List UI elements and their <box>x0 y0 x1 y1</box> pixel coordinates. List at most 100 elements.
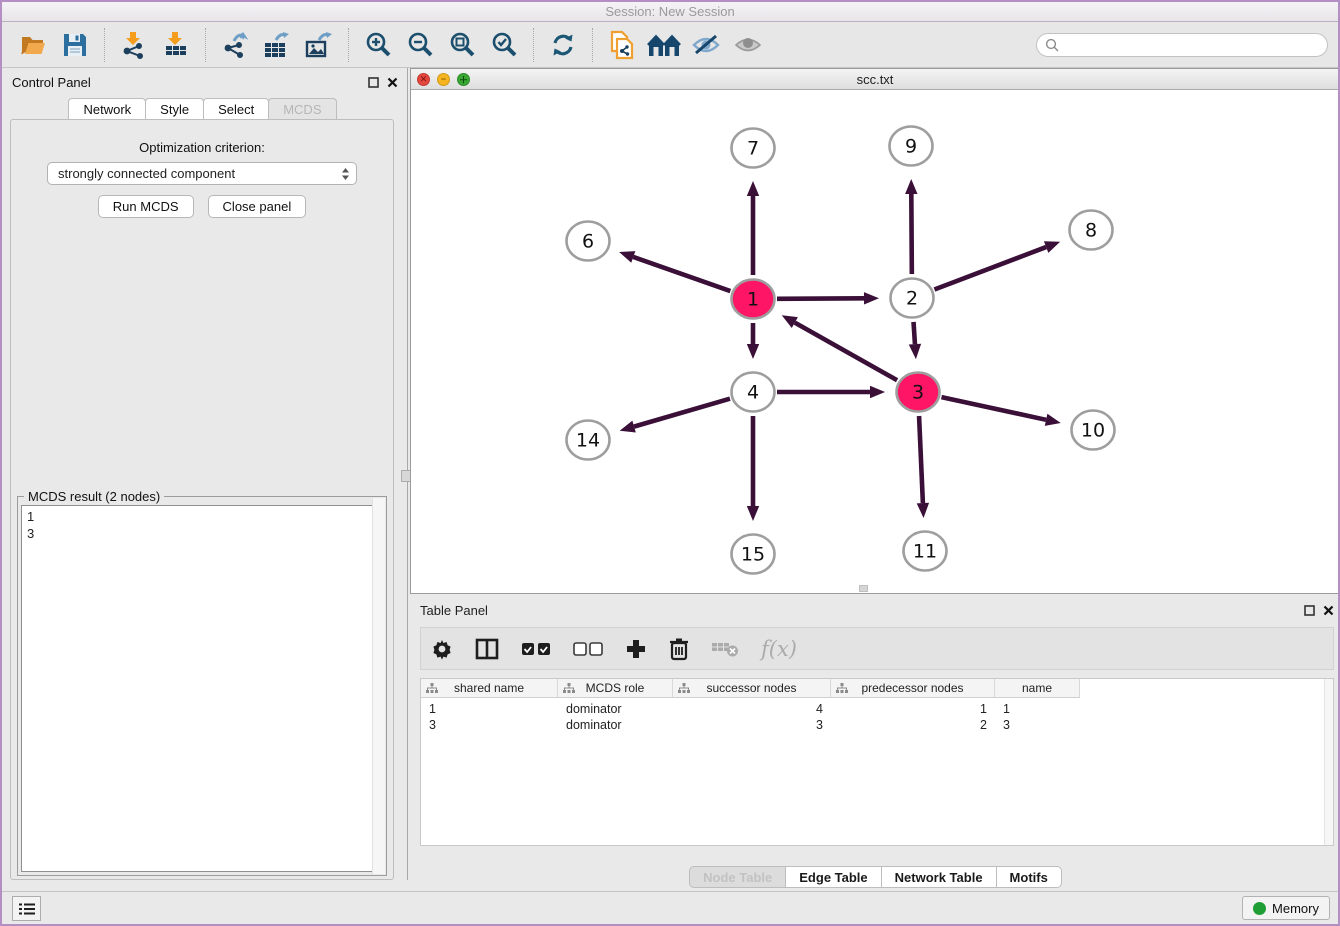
column-header-shared-name[interactable]: shared name <box>421 679 558 697</box>
import-table-icon[interactable] <box>159 28 193 62</box>
delete-table-icon[interactable] <box>711 634 739 664</box>
graph-edge-2-8[interactable] <box>934 247 1046 289</box>
table-row[interactable]: 3 dominator 3 2 3 <box>421 717 1080 733</box>
zoom-selected-icon[interactable] <box>487 28 521 62</box>
close-panel-button[interactable]: Close panel <box>208 195 307 218</box>
tab-mcds[interactable]: MCDS <box>268 98 336 120</box>
column-header-name[interactable]: name <box>995 679 1080 697</box>
control-panel-tabs: Network Style Select MCDS <box>10 98 394 120</box>
column-header-successor-nodes[interactable]: successor nodes <box>673 679 831 697</box>
graph-edge-arrow <box>909 344 921 359</box>
cell-name[interactable]: 3 <box>995 717 1080 733</box>
graph-edge-2-9[interactable] <box>911 194 912 274</box>
graph-edge-arrow <box>620 421 636 433</box>
refresh-icon[interactable] <box>546 28 580 62</box>
cell-shared-name[interactable]: 1 <box>421 701 558 717</box>
graph-node-label: 14 <box>576 430 600 452</box>
graph-edge-4-14[interactable] <box>634 399 730 427</box>
cell-mcds-role[interactable]: dominator <box>558 701 673 717</box>
save-session-icon[interactable] <box>58 28 92 62</box>
tab-edge-table[interactable]: Edge Table <box>785 866 881 888</box>
graph-edge-1-6[interactable] <box>633 257 730 291</box>
table-panel-tabs: Node Table Edge Table Network Table Moti… <box>410 866 1340 888</box>
tab-style[interactable]: Style <box>145 98 204 120</box>
table-options-icon[interactable] <box>431 634 453 664</box>
graph-edge-arrow <box>870 386 885 398</box>
search-input[interactable] <box>1059 37 1319 52</box>
select-all-icon[interactable] <box>521 634 551 664</box>
tab-network[interactable]: Network <box>68 98 146 120</box>
duplicate-network-icon[interactable] <box>605 28 639 62</box>
task-history-button[interactable] <box>12 896 41 921</box>
tab-motifs[interactable]: Motifs <box>996 866 1062 888</box>
tab-network-table[interactable]: Network Table <box>881 866 997 888</box>
hide-selected-icon[interactable] <box>689 28 723 62</box>
table-row[interactable]: 1 dominator 4 1 1 <box>421 701 1080 717</box>
export-image-icon[interactable] <box>302 28 336 62</box>
zoom-out-icon[interactable] <box>403 28 437 62</box>
main-toolbar <box>2 22 1338 68</box>
cell-name[interactable]: 1 <box>995 701 1080 717</box>
graph-node-label: 8 <box>1085 220 1097 242</box>
graph-edge-3-11[interactable] <box>919 416 923 503</box>
graph-edge-arrow <box>619 251 635 263</box>
tab-select[interactable]: Select <box>203 98 269 120</box>
tab-node-table[interactable]: Node Table <box>689 866 786 888</box>
network-canvas[interactable]: 7968124314101511 <box>411 90 1339 593</box>
cell-predecessor-nodes[interactable]: 1 <box>831 701 995 717</box>
result-scrollbar[interactable] <box>372 498 385 874</box>
graph-edge-arrow <box>747 181 759 196</box>
graph-edge-arrow <box>864 292 879 304</box>
column-header-mcds-role[interactable]: MCDS role <box>558 679 673 697</box>
close-table-panel-icon[interactable] <box>1323 605 1334 616</box>
float-panel-icon[interactable] <box>368 77 379 88</box>
graph-edge-1-2[interactable] <box>777 298 864 299</box>
minimize-window-icon[interactable]: − <box>437 73 450 86</box>
mcds-result-title: MCDS result (2 nodes) <box>24 489 164 504</box>
float-table-panel-icon[interactable] <box>1304 605 1315 616</box>
maximize-window-icon[interactable]: ＋ <box>457 73 470 86</box>
column-header-predecessor-nodes[interactable]: predecessor nodes <box>831 679 995 697</box>
toolbar-separator <box>533 28 534 62</box>
table-panel-title: Table Panel <box>420 603 488 618</box>
optimization-select[interactable]: strongly connected component <box>47 162 357 185</box>
cell-mcds-role[interactable]: dominator <box>558 717 673 733</box>
table-scrollbar[interactable] <box>1324 679 1333 845</box>
memory-status-icon <box>1253 902 1266 915</box>
canvas-scroll-thumb[interactable] <box>859 585 868 592</box>
first-neighbors-icon[interactable] <box>647 28 681 62</box>
mcds-result-text[interactable]: 1 3 <box>21 505 383 872</box>
graph-edge-2-3[interactable] <box>914 322 915 344</box>
graph-node-label: 11 <box>913 541 937 563</box>
run-mcds-button[interactable]: Run MCDS <box>98 195 194 218</box>
close-window-icon[interactable]: ✕ <box>417 73 430 86</box>
function-builder-icon[interactable]: f(x) <box>761 634 797 664</box>
import-network-icon[interactable] <box>117 28 151 62</box>
cell-successor-nodes[interactable]: 3 <box>673 717 831 733</box>
toolbar-separator <box>205 28 206 62</box>
open-file-icon[interactable] <box>16 28 50 62</box>
zoom-fit-icon[interactable] <box>445 28 479 62</box>
toolbar-separator <box>592 28 593 62</box>
graph-edge-3-10[interactable] <box>941 397 1046 420</box>
graph-edge-3-1[interactable] <box>795 323 897 381</box>
optimization-select-value: strongly connected component <box>58 166 235 181</box>
export-table-icon[interactable] <box>260 28 294 62</box>
graph-node-label: 4 <box>747 382 759 404</box>
cell-predecessor-nodes[interactable]: 2 <box>831 717 995 733</box>
zoom-in-icon[interactable] <box>361 28 395 62</box>
network-graph[interactable]: 7968124314101511 <box>411 90 1339 593</box>
show-all-icon[interactable] <box>731 28 765 62</box>
table-header-row: shared name MCDS role successor nodes pr… <box>421 679 1080 698</box>
cell-successor-nodes[interactable]: 4 <box>673 701 831 717</box>
add-column-icon[interactable] <box>625 634 647 664</box>
cell-shared-name[interactable]: 3 <box>421 717 558 733</box>
network-view-window: scc.txt ✕ − ＋ 7968124314101511 <box>410 68 1340 594</box>
export-network-icon[interactable] <box>218 28 252 62</box>
close-panel-icon[interactable] <box>387 77 398 88</box>
graph-node-label: 15 <box>741 544 765 566</box>
delete-column-icon[interactable] <box>669 634 689 664</box>
show-column-icon[interactable] <box>475 634 499 664</box>
memory-button[interactable]: Memory <box>1242 896 1330 920</box>
deselect-all-icon[interactable] <box>573 634 603 664</box>
